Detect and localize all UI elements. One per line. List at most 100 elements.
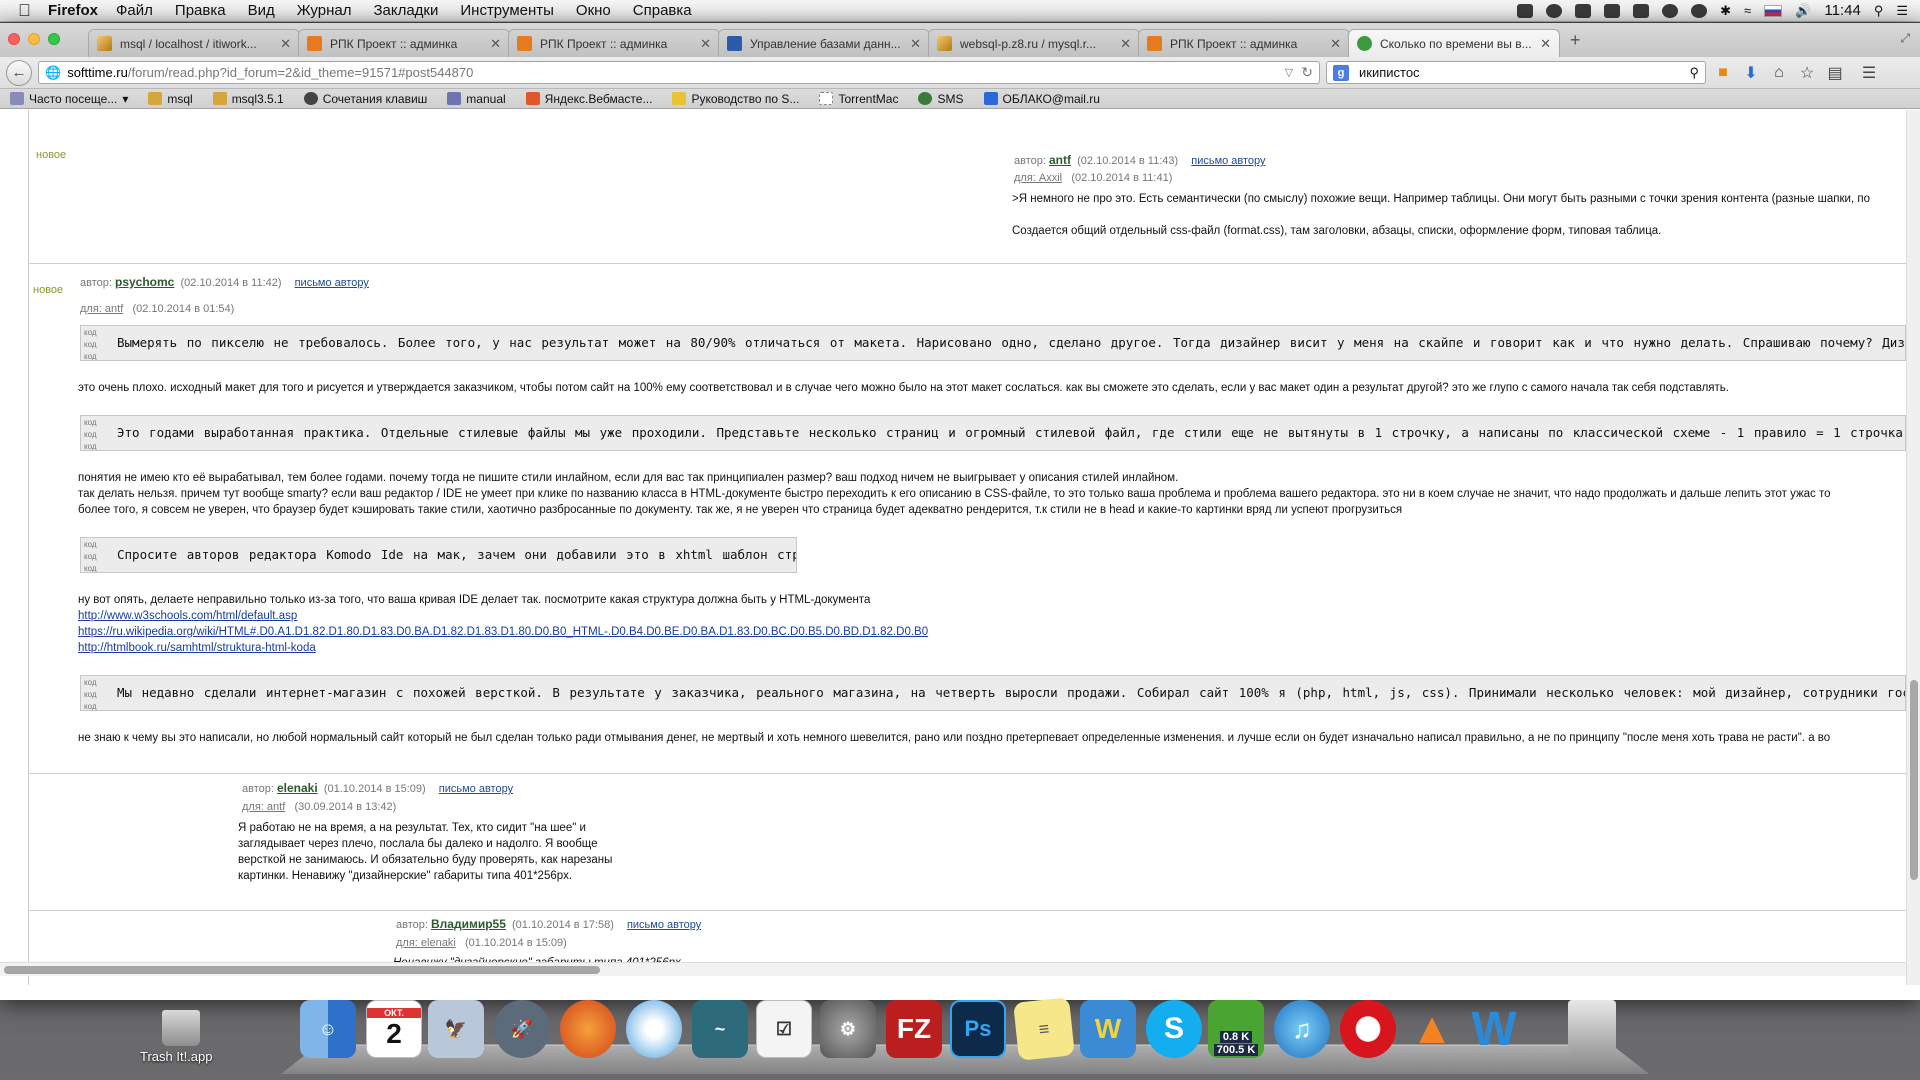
bookmark-yandex-webmaster[interactable]: Яндекс.Вебмасте... <box>525 92 652 106</box>
vertical-scrollbar[interactable] <box>1906 110 1920 985</box>
cloud-icon[interactable] <box>1575 3 1592 18</box>
link-wikipedia[interactable]: https://ru.wikipedia.org/wiki/HTML#.D0.A… <box>78 626 928 638</box>
home-icon[interactable]: ⌂ <box>1768 63 1790 83</box>
menu-app-name[interactable]: Firefox <box>48 2 98 19</box>
search-input[interactable]: икипистос <box>1359 65 1689 80</box>
skype-icon[interactable]: S <box>1146 1000 1202 1058</box>
stickies-icon[interactable]: ≡ <box>1013 997 1075 1061</box>
scroll-thumb[interactable] <box>1910 680 1918 880</box>
check-status-icon[interactable] <box>1546 3 1563 18</box>
photoshop-icon[interactable]: Ps <box>950 1000 1006 1058</box>
bookmarks-list-icon[interactable]: ▤ <box>1824 63 1846 83</box>
link-w3schools[interactable]: http://www.w3schools.com/html/default.as… <box>78 610 297 622</box>
bookmark-shortcuts[interactable]: Сочетания клавиш <box>303 92 427 106</box>
transmit-icon[interactable]: ~ <box>692 1000 748 1058</box>
coda-icon[interactable]: W <box>1080 1000 1136 1058</box>
reload-icon[interactable]: ↻ <box>1301 64 1313 81</box>
reminders-icon[interactable]: ☑ <box>756 1000 812 1058</box>
filezilla-icon[interactable]: FZ <box>886 1000 942 1058</box>
fullscreen-icon[interactable]: ⤢ <box>1900 31 1910 46</box>
firefox-icon[interactable] <box>560 1000 616 1058</box>
back-button[interactable]: ← <box>6 59 32 86</box>
minimize-window-button[interactable] <box>28 33 40 45</box>
external-link[interactable]: http://htmlbook.ru/samhtml/struktura-htm… <box>78 640 316 656</box>
launchpad-icon[interactable]: 🚀 <box>494 1000 550 1058</box>
menu-help[interactable]: Справка <box>633 2 692 19</box>
author-name[interactable]: psychomc <box>115 275 174 289</box>
link-htmlbook[interactable]: http://htmlbook.ru/samhtml/struktura-htm… <box>78 642 316 654</box>
utorrent-icon[interactable]: 0.8 K 700.5 K <box>1208 1000 1264 1058</box>
menu-edit[interactable]: Правка <box>175 2 226 19</box>
folder-icon[interactable] <box>1604 3 1621 18</box>
vlc-icon[interactable]: ▲ <box>1404 1000 1460 1058</box>
desktop-icon-label[interactable]: Trash It!.app <box>140 1049 213 1064</box>
horizontal-scrollbar[interactable] <box>0 962 1906 976</box>
url-dropdown-icon[interactable]: ▽ <box>1285 66 1293 79</box>
search-icon[interactable]: ⚲ <box>1689 65 1699 81</box>
reply-to-link[interactable]: для: antf <box>242 801 285 813</box>
itunes-icon[interactable]: ♫ <box>1274 1000 1330 1058</box>
system-preferences-icon[interactable]: ⚙ <box>820 1000 876 1058</box>
reply-to-link[interactable]: для: elenaki <box>396 937 456 949</box>
new-tab-button[interactable]: + <box>1570 30 1581 51</box>
clock-time[interactable]: 11:44 <box>1824 2 1860 19</box>
mail-author-link[interactable]: письмо автору <box>295 277 369 289</box>
author-name[interactable]: elenaki <box>277 781 318 795</box>
notification-center-icon[interactable]: ☰ <box>1896 3 1908 19</box>
spotlight-icon[interactable]: ⚲ <box>1874 3 1884 19</box>
bookmark-guide[interactable]: Руководство по S... <box>672 92 799 106</box>
author-name[interactable]: Владимир55 <box>431 917 506 931</box>
calendar-icon[interactable]: ОКТ. 2 <box>366 1000 422 1058</box>
tab-db-management[interactable]: Управление базами данн... ✕ <box>718 29 930 57</box>
clock-icon[interactable] <box>1691 3 1708 18</box>
bookmark-mail-cloud[interactable]: ОБЛАКО@mail.ru <box>983 92 1100 106</box>
downloads-icon[interactable]: ⬇ <box>1740 63 1762 83</box>
menu-file[interactable]: Файл <box>116 2 153 19</box>
tab-rpk-admin-1[interactable]: РПК Проект :: админка ✕ <box>298 29 510 57</box>
menu-bookmarks[interactable]: Закладки <box>373 2 438 19</box>
search-bar[interactable]: g икипистос ⚲ <box>1326 61 1706 84</box>
menu-history[interactable]: Журнал <box>297 2 352 19</box>
time-machine-icon[interactable] <box>1662 3 1679 18</box>
volume-icon[interactable]: 🔊 <box>1795 3 1811 19</box>
close-tab-icon[interactable]: ✕ <box>910 36 921 52</box>
close-tab-icon[interactable]: ✕ <box>1540 36 1551 52</box>
creative-cloud-icon[interactable] <box>1517 3 1534 18</box>
reply-to-link[interactable]: для: Axxil <box>1014 172 1062 184</box>
tab-softtime-forum[interactable]: Сколько по времени вы в... ✕ <box>1348 29 1560 57</box>
close-tab-icon[interactable]: ✕ <box>1330 36 1341 52</box>
bookmark-most-visited[interactable]: Часто посеще... ▾ <box>10 92 128 106</box>
external-link[interactable]: http://www.w3schools.com/html/default.as… <box>78 608 297 624</box>
wifi-icon[interactable]: ≈ <box>1744 3 1751 18</box>
close-tab-icon[interactable]: ✕ <box>1120 36 1131 52</box>
preview-icon[interactable]: 🦅 <box>428 1000 484 1058</box>
safari-icon[interactable]: ✦ <box>626 1000 682 1058</box>
menu-view[interactable]: Вид <box>248 2 275 19</box>
bookmark-torrentmac[interactable]: TorrentMac <box>819 92 898 106</box>
close-tab-icon[interactable]: ✕ <box>700 36 711 52</box>
reply-to-link[interactable]: для: antf <box>80 303 123 315</box>
url-text[interactable]: softtime.ru/forum/read.php?id_forum=2&id… <box>67 65 1277 80</box>
url-bar[interactable]: 🌐 softtime.ru/forum/read.php?id_forum=2&… <box>38 61 1320 84</box>
bookmark-sms[interactable]: SMS <box>918 92 964 106</box>
tab-rpk-admin-3[interactable]: РПК Проект :: админка ✕ <box>1138 29 1350 57</box>
finder-icon[interactable]: ☺ <box>300 1000 356 1058</box>
tab-rpk-admin-2[interactable]: РПК Проект :: админка ✕ <box>508 29 720 57</box>
close-tab-icon[interactable]: ✕ <box>490 36 501 52</box>
mail-author-link[interactable]: письмо автору <box>1191 155 1265 167</box>
trash-icon[interactable] <box>1568 1000 1616 1058</box>
close-window-button[interactable] <box>8 33 20 45</box>
opera-icon[interactable] <box>1340 1000 1396 1058</box>
mail-author-link[interactable]: письмо автору <box>439 783 513 795</box>
scroll-thumb[interactable] <box>4 966 600 974</box>
mail-author-link[interactable]: письмо автору <box>627 919 701 931</box>
bookmark-star-icon[interactable]: ☆ <box>1796 63 1818 83</box>
bookmark-msql351[interactable]: msql3.5.1 <box>212 92 284 106</box>
apple-menu-icon[interactable]:  <box>18 1 48 21</box>
external-link[interactable]: https://ru.wikipedia.org/wiki/HTML#.D0.A… <box>78 624 928 640</box>
translate-icon[interactable] <box>1633 3 1650 18</box>
trash-it-app-icon[interactable] <box>162 1010 200 1046</box>
menu-icon[interactable]: ☰ <box>1858 63 1880 83</box>
russian-flag-icon[interactable] <box>1764 4 1783 17</box>
bookmark-msql[interactable]: msql <box>148 92 193 106</box>
